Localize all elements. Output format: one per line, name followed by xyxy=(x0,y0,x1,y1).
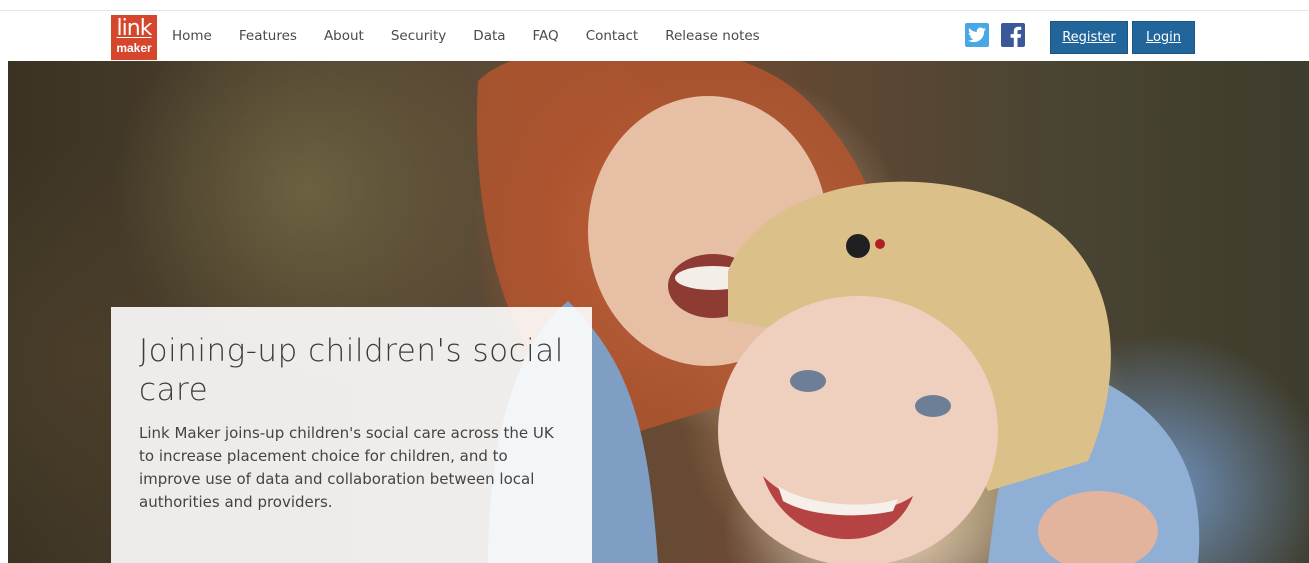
navbar: link maker Home Features About Security … xyxy=(0,11,1309,61)
link-maker-logo[interactable]: link maker xyxy=(111,15,157,60)
nav-security[interactable]: Security xyxy=(391,28,446,44)
login-button[interactable]: Login xyxy=(1132,21,1195,54)
nav-contact[interactable]: Contact xyxy=(586,28,639,44)
hero-description: Link Maker joins-up children's social ca… xyxy=(139,424,554,511)
logo-text-top: link xyxy=(116,15,153,41)
twitter-bird-glyph xyxy=(968,27,986,43)
register-button[interactable]: Register xyxy=(1050,21,1128,54)
hero-card: Joining-up children's social care Link M… xyxy=(111,307,592,563)
facebook-f-glyph xyxy=(1001,23,1025,47)
logo-text-bottom: maker xyxy=(116,40,152,55)
nav-release-notes[interactable]: Release notes xyxy=(665,28,760,44)
hero-banner: Joining-up children's social care Link M… xyxy=(8,61,1309,563)
main-nav: Home Features About Security Data FAQ Co… xyxy=(172,11,787,61)
hero-title: Joining-up children's social care xyxy=(139,333,564,408)
nav-features[interactable]: Features xyxy=(239,28,297,44)
nav-home[interactable]: Home xyxy=(172,28,212,44)
nav-faq[interactable]: FAQ xyxy=(533,28,559,44)
nav-about[interactable]: About xyxy=(324,28,364,44)
facebook-icon[interactable] xyxy=(1001,23,1025,47)
twitter-icon[interactable] xyxy=(965,23,989,47)
nav-data[interactable]: Data xyxy=(473,28,505,44)
